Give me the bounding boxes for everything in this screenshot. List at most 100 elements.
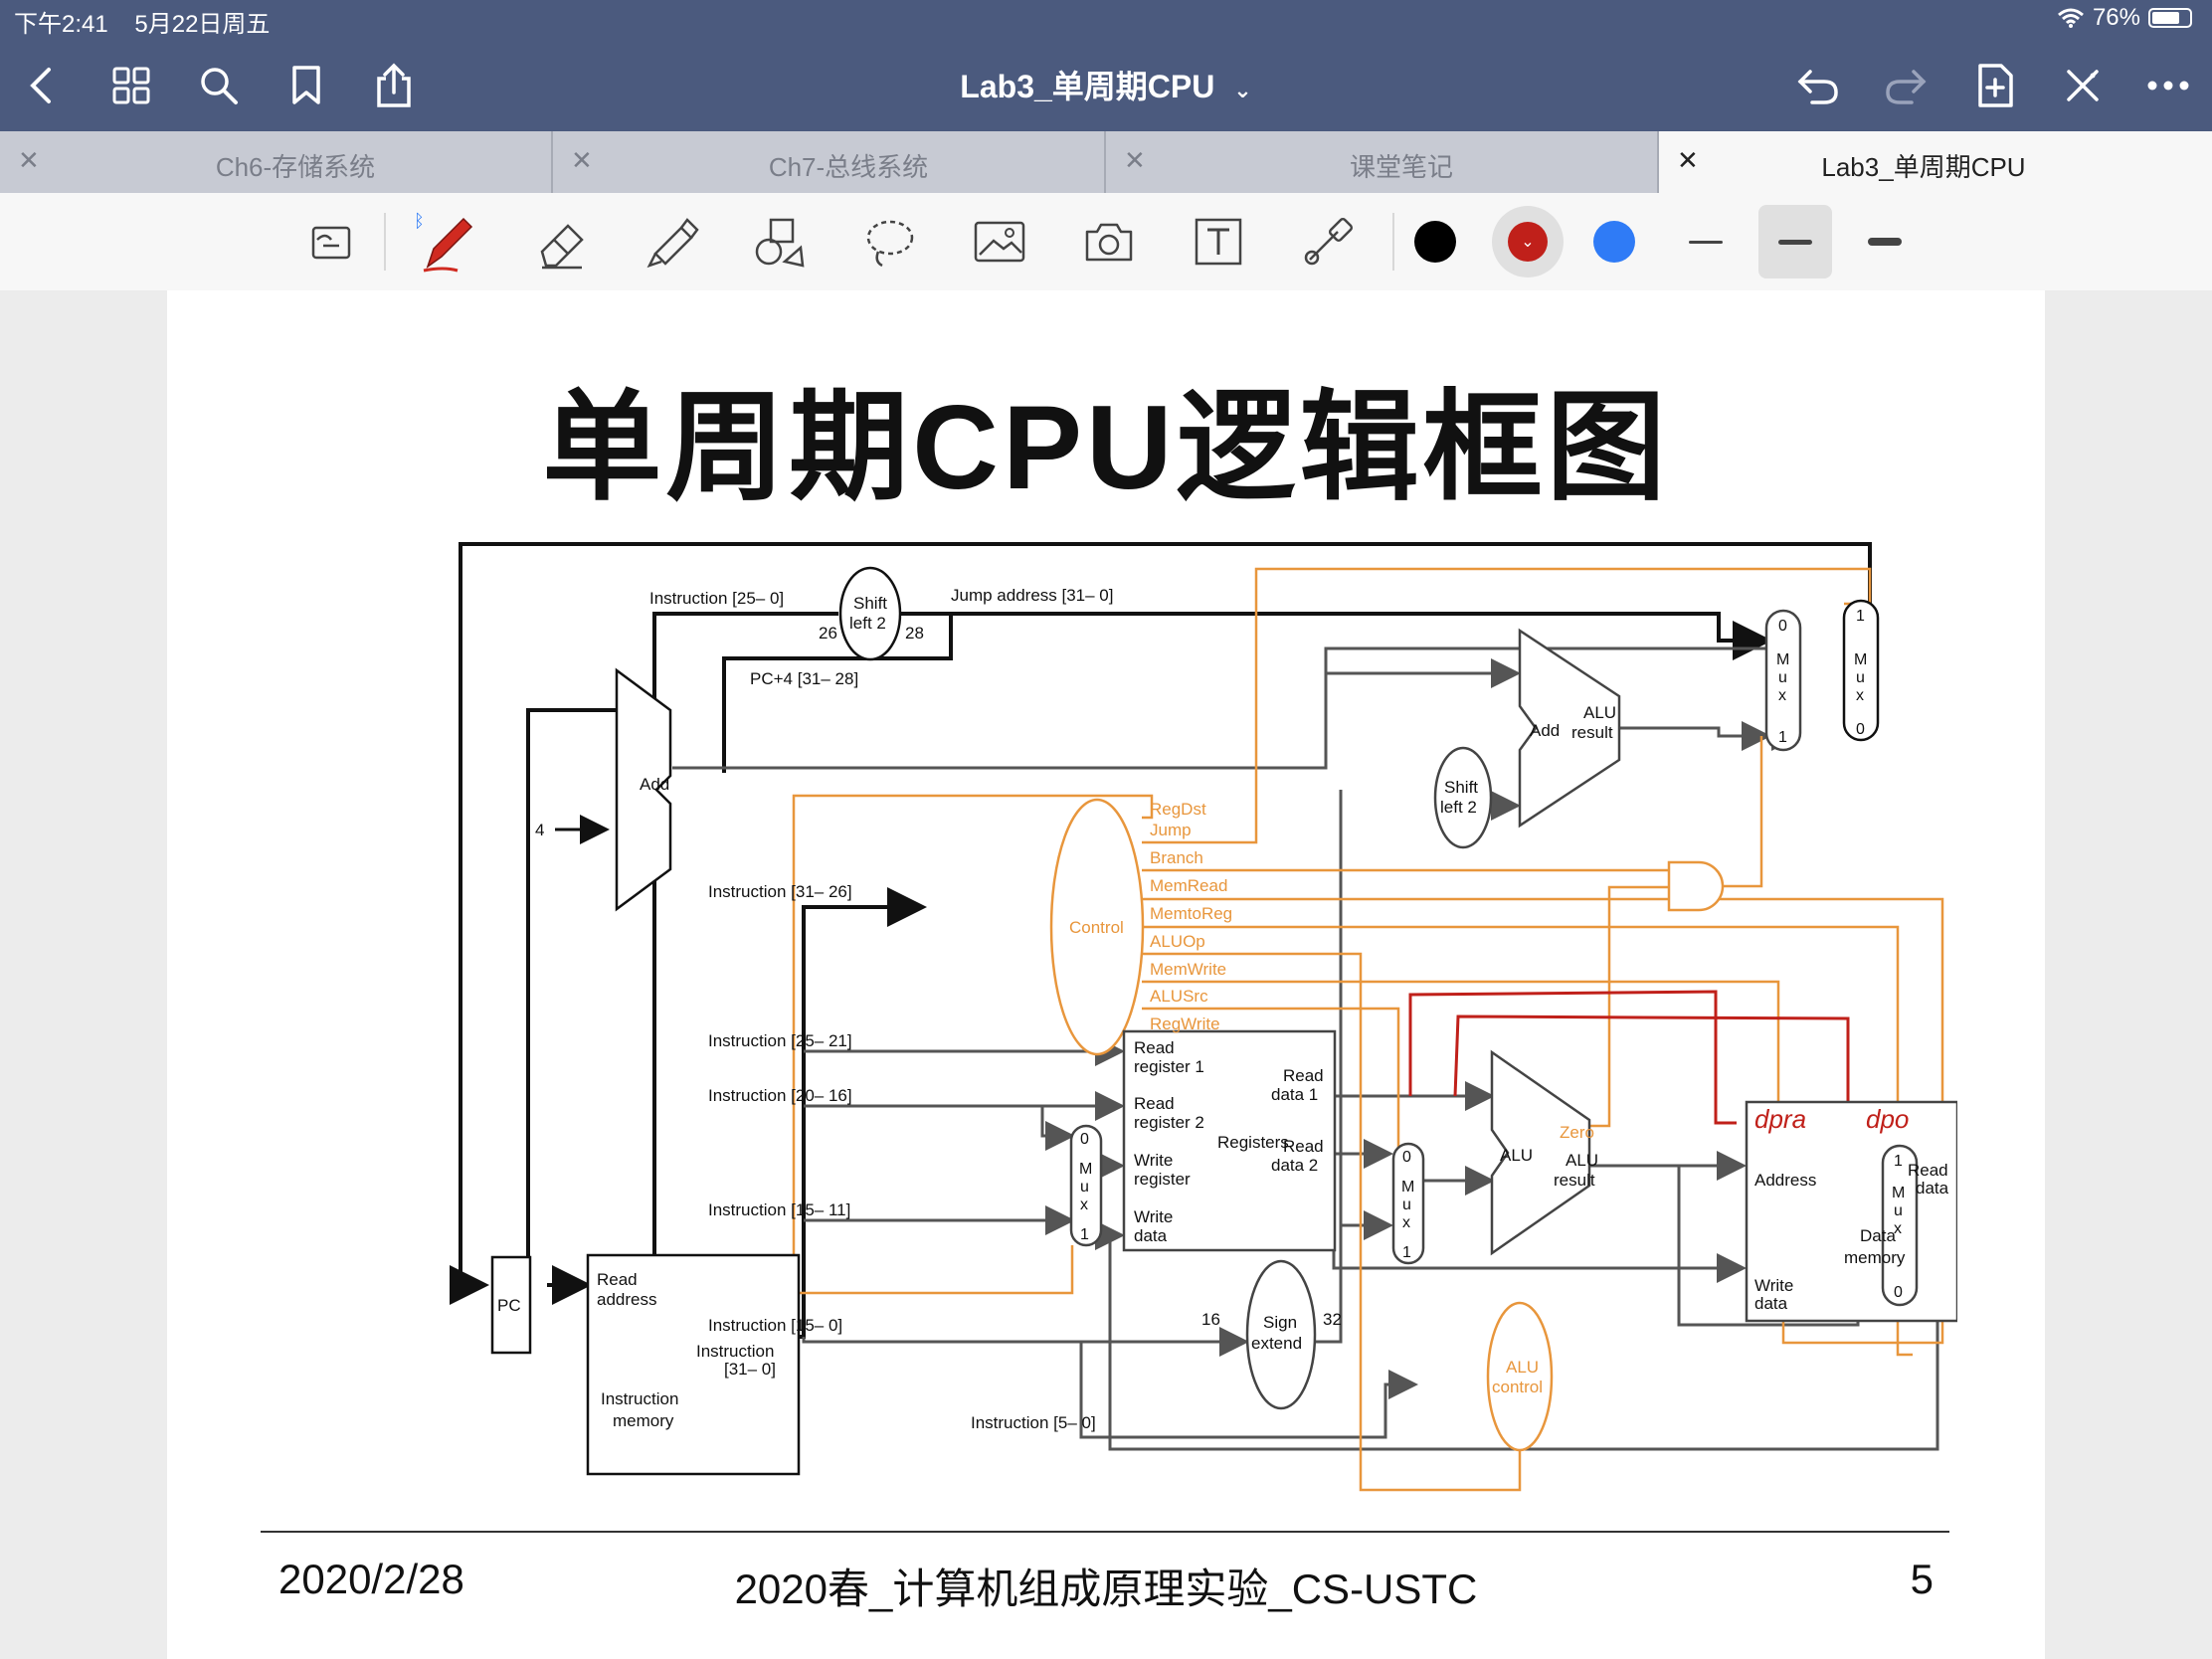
label: Write bbox=[1134, 1151, 1173, 1170]
undo-icon[interactable] bbox=[1790, 58, 1846, 113]
color-red-selected[interactable]: ⌄ bbox=[1492, 206, 1564, 277]
label: ALU bbox=[1583, 703, 1616, 722]
label: Write bbox=[1134, 1207, 1173, 1226]
mux-label: M bbox=[1079, 1161, 1092, 1178]
annotation-dpra: dpra bbox=[1754, 1104, 1806, 1134]
image-icon[interactable] bbox=[967, 209, 1032, 275]
text-icon[interactable] bbox=[1186, 209, 1251, 275]
redo-icon[interactable] bbox=[1878, 58, 1934, 113]
footer-page-number: 5 bbox=[1910, 1556, 1934, 1602]
mux-label: 0 bbox=[1080, 1131, 1089, 1148]
label: Sign bbox=[1263, 1313, 1297, 1332]
label: MemRead bbox=[1150, 876, 1227, 895]
label: control bbox=[1492, 1378, 1543, 1396]
mux-label: ᛒ bbox=[414, 211, 425, 231]
slide-page[interactable]: 单周期CPU逻辑框图 Instruction [25– 0] Shift lef… bbox=[167, 290, 2045, 1659]
label: register 1 bbox=[1134, 1057, 1204, 1076]
tab-ch7[interactable]: ✕ Ch7-总线系统 bbox=[553, 131, 1106, 193]
mux-label: x bbox=[1080, 1197, 1088, 1213]
pen-icon[interactable]: ᛒ bbox=[414, 209, 479, 275]
label: 26 bbox=[819, 624, 837, 643]
tab-notes[interactable]: ✕ 课堂笔记 bbox=[1106, 131, 1659, 193]
instr-20-16-wire bbox=[804, 1104, 1075, 1151]
cpu-datapath-diagram: Instruction [25– 0] Shift left 2 26 28 J… bbox=[450, 542, 1957, 1492]
tab-label: Ch6-存储系统 bbox=[215, 152, 376, 182]
document-canvas[interactable]: 单周期CPU逻辑框图 Instruction [25– 0] Shift lef… bbox=[0, 290, 2212, 1659]
tab-label: 课堂笔记 bbox=[1349, 152, 1453, 182]
label: ALUSrc bbox=[1150, 987, 1208, 1006]
lasso-icon[interactable] bbox=[857, 209, 923, 275]
mux-label: 1 bbox=[1856, 608, 1865, 625]
label: Write bbox=[1754, 1276, 1793, 1295]
annotation-toolbar: ᛒ ⌄ bbox=[0, 193, 2212, 291]
label: Add bbox=[640, 775, 669, 794]
mux-label: 0 bbox=[1778, 618, 1787, 635]
add-page-icon[interactable] bbox=[1967, 58, 2023, 113]
label: address bbox=[597, 1290, 656, 1309]
label: MemWrite bbox=[1150, 960, 1226, 979]
label: 4 bbox=[535, 821, 544, 839]
label: left 2 bbox=[849, 614, 886, 633]
label: RegWrite bbox=[1150, 1014, 1220, 1033]
label: Instruction bbox=[696, 1342, 774, 1361]
mux-label: x bbox=[1856, 687, 1864, 704]
label: Zero bbox=[1560, 1123, 1594, 1142]
label: memory bbox=[1844, 1248, 1906, 1267]
status-right: 76% bbox=[2057, 4, 2192, 32]
mux-label: 1 bbox=[1402, 1244, 1411, 1261]
zero-to-and bbox=[1589, 885, 1669, 1128]
annotation-dpo: dpo bbox=[1866, 1104, 1909, 1134]
footer-divider bbox=[261, 1531, 1949, 1533]
close-icon[interactable]: ✕ bbox=[571, 145, 593, 176]
label: Instruction [15– 11] bbox=[708, 1200, 850, 1219]
status-left: 下午2:41 5月22日周五 bbox=[14, 4, 270, 39]
label: extend bbox=[1251, 1334, 1302, 1353]
label: Instruction [25– 0] bbox=[649, 589, 784, 608]
eraser-icon[interactable] bbox=[529, 209, 595, 275]
label: data bbox=[1754, 1294, 1788, 1313]
label: Read bbox=[1134, 1094, 1175, 1113]
close-tools-icon[interactable] bbox=[2055, 58, 2111, 113]
tab-lab3[interactable]: ✕ Lab3_单周期CPU bbox=[1659, 131, 2148, 193]
shift-out-wire bbox=[901, 612, 1772, 660]
label: result bbox=[1554, 1171, 1595, 1190]
footer-course: 2020春_计算机组成原理实验_CS-USTC bbox=[734, 1566, 1478, 1612]
mux-label: u bbox=[1856, 669, 1865, 686]
close-icon[interactable]: ✕ bbox=[1677, 145, 1699, 176]
label: data 1 bbox=[1271, 1085, 1318, 1104]
shapes-icon[interactable] bbox=[748, 209, 814, 275]
elements-icon[interactable] bbox=[1295, 209, 1361, 275]
tab-ch6[interactable]: ✕ Ch6-存储系统 bbox=[0, 131, 553, 193]
mux-label: M bbox=[1892, 1185, 1905, 1201]
label: PC bbox=[497, 1296, 521, 1315]
toolbar-divider bbox=[1392, 213, 1394, 271]
tab-bar-filler bbox=[2148, 131, 2212, 193]
stroke-thin[interactable] bbox=[1673, 209, 1739, 275]
stroke-medium-selected[interactable] bbox=[1758, 205, 1832, 278]
label: Jump address [31– 0] bbox=[951, 586, 1113, 605]
jump-wire-pc bbox=[450, 1054, 489, 1305]
color-blue[interactable] bbox=[1581, 209, 1647, 275]
label: Data bbox=[1860, 1226, 1896, 1245]
close-icon[interactable]: ✕ bbox=[1124, 145, 1146, 176]
color-black[interactable] bbox=[1402, 209, 1468, 275]
read-mode-icon[interactable] bbox=[298, 209, 364, 275]
label: Shift bbox=[853, 594, 887, 613]
stroke-thick[interactable] bbox=[1852, 209, 1918, 275]
label: PC+4 [31– 28] bbox=[750, 669, 858, 688]
label: Control bbox=[1069, 918, 1124, 937]
label: memory bbox=[613, 1411, 674, 1430]
and-to-mux bbox=[1723, 736, 1763, 888]
camera-icon[interactable] bbox=[1076, 209, 1142, 275]
mux-label: 0 bbox=[1402, 1149, 1411, 1166]
highlighter-icon[interactable] bbox=[639, 209, 704, 275]
label: data bbox=[1134, 1226, 1168, 1245]
wifi-icon bbox=[2057, 8, 2084, 28]
close-icon[interactable]: ✕ bbox=[18, 145, 40, 176]
and-gate bbox=[1667, 860, 1725, 912]
label: result bbox=[1571, 723, 1613, 742]
add-out-wire bbox=[672, 634, 1801, 770]
more-icon[interactable] bbox=[2140, 58, 2196, 113]
status-bar: 下午2:41 5月22日周五 76% bbox=[0, 0, 2212, 40]
mux-label: 0 bbox=[1856, 721, 1865, 738]
